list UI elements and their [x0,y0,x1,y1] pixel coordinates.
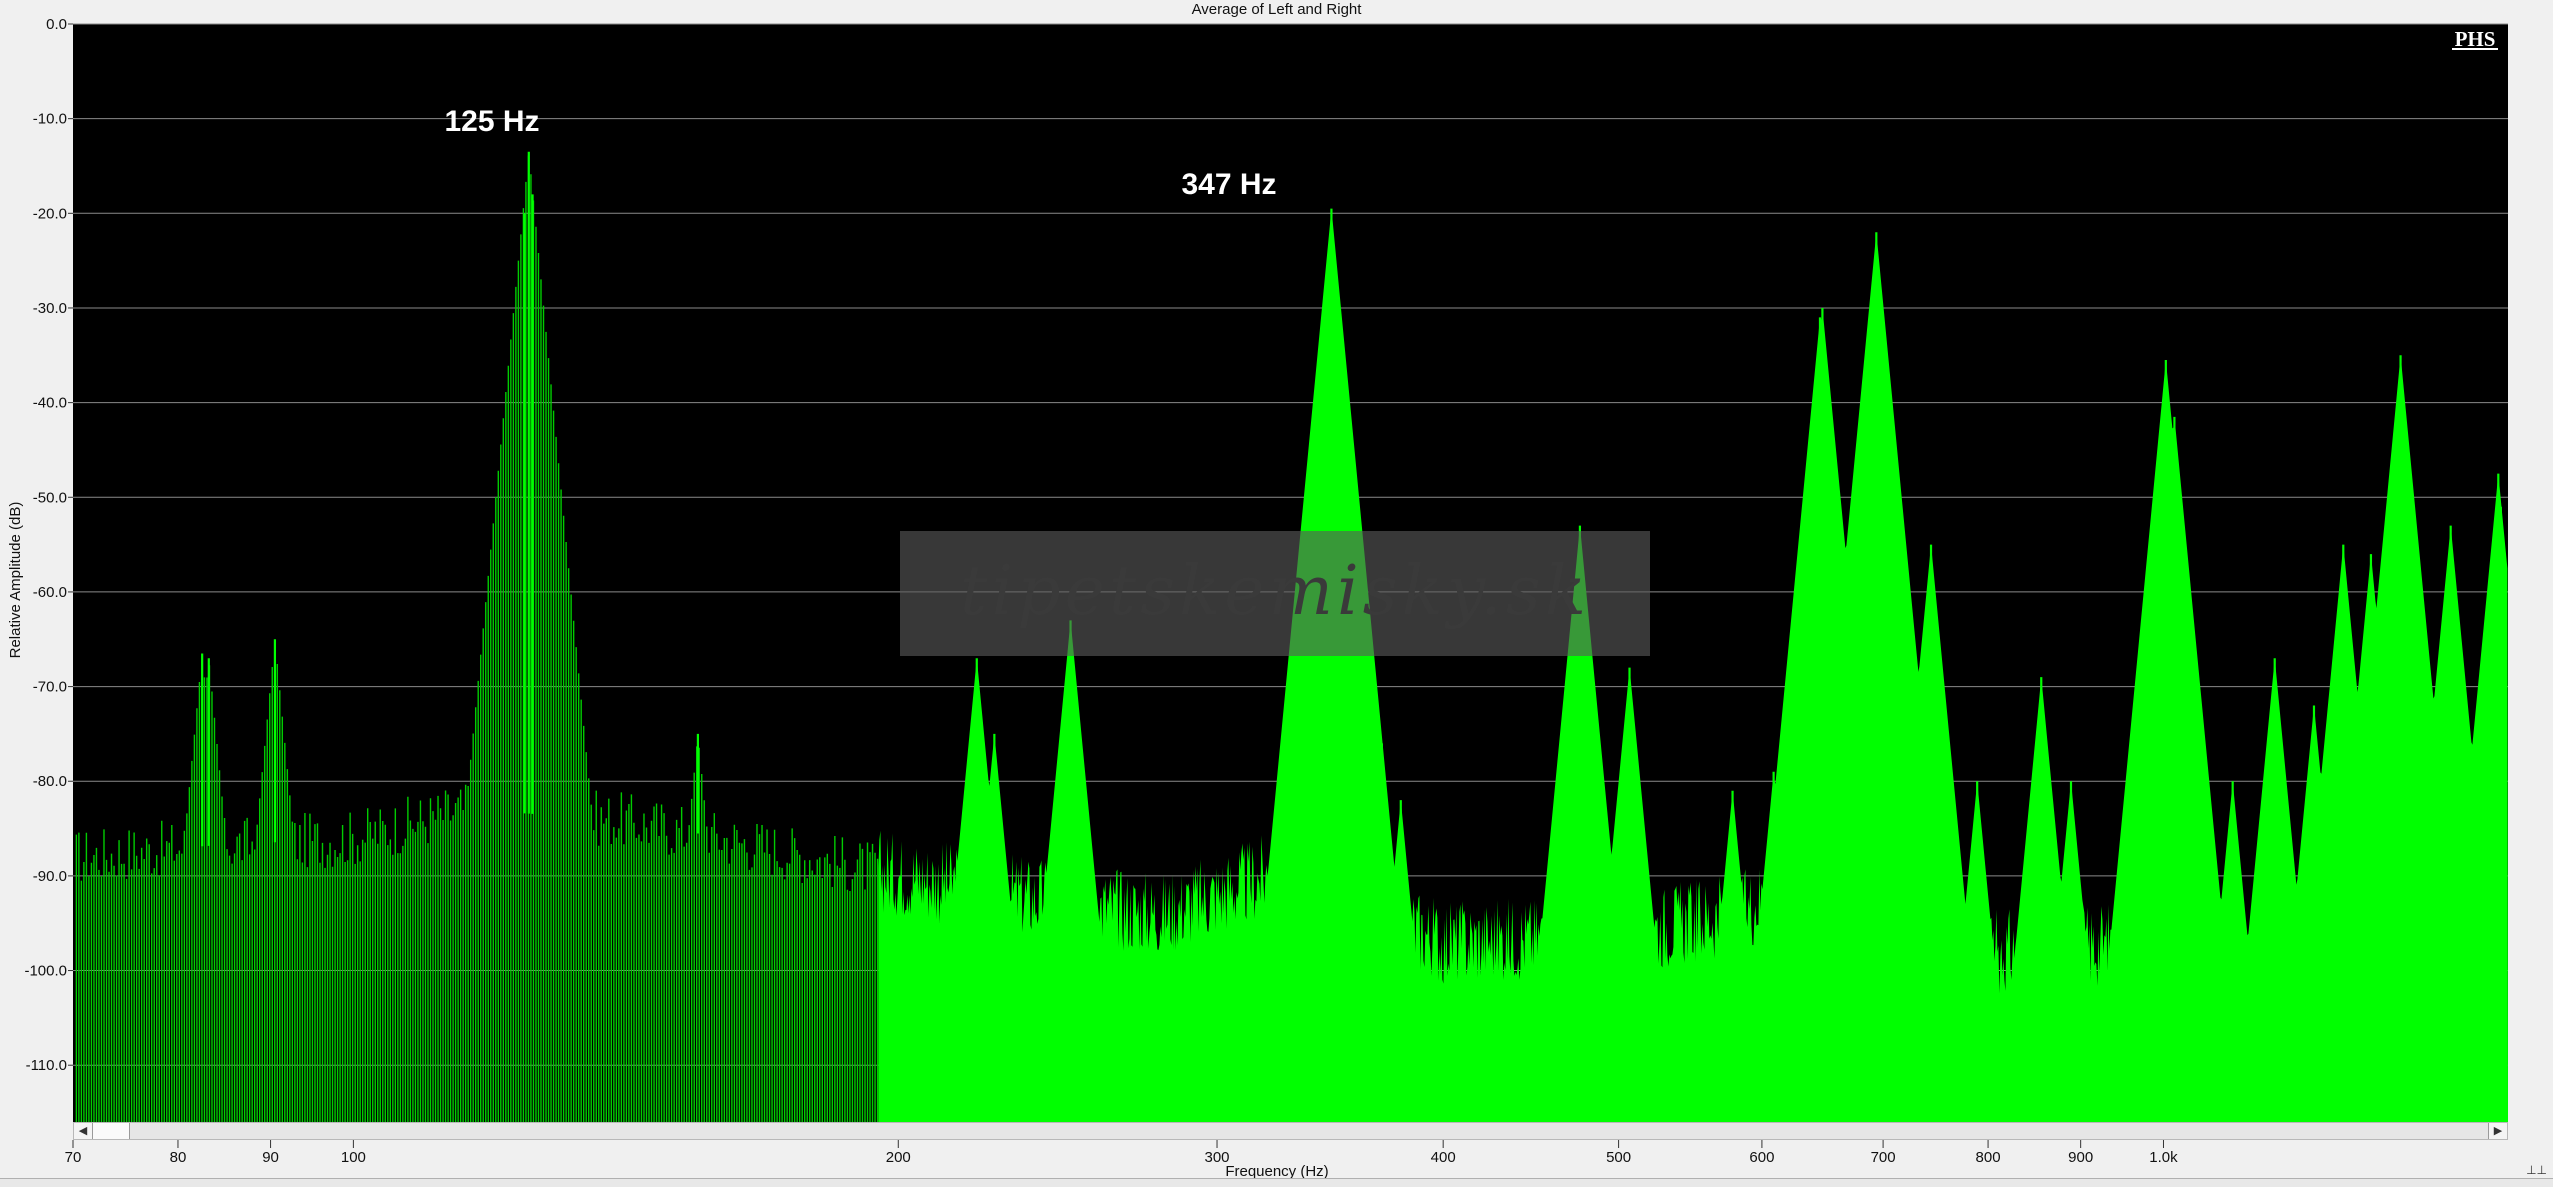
y-tick-label: -40.0 [33,395,67,412]
phs-badge-text: PHS [2455,27,2496,51]
phs-badge: PHS [2452,27,2498,51]
y-tick-label: -80.0 [33,773,67,790]
x-tick-label: 600 [1749,1149,1774,1166]
x-tick-label: 80 [170,1149,187,1166]
x-tick-label: 700 [1871,1149,1896,1166]
watermark-text: tipetskemisky.sk [960,552,1590,631]
horizontal-scrollbar[interactable]: ◀ ▶ [73,1122,2508,1140]
y-tick-label: -50.0 [33,489,67,506]
x-tick-label: 400 [1431,1149,1456,1166]
x-tick-label: 70 [65,1149,82,1166]
y-tick-label: -10.0 [33,111,67,128]
x-tick-label: 900 [2068,1149,2093,1166]
y-tick-label: -70.0 [33,679,67,696]
y-tick-label: 0.0 [46,16,67,33]
x-tick-label: 800 [1976,1149,2001,1166]
analyzer-window: Average of Left and Right 0.0 -10.0 -20.0-… [0,0,2553,1187]
x-tick-label: 1.0k [2149,1149,2178,1166]
y-tick-label: -20.0 [33,205,67,222]
x-tick-label: 200 [886,1149,911,1166]
scroll-thumb[interactable] [93,1123,130,1139]
y-tick-label: -60.0 [33,584,67,601]
y-axis: 0.0 -10.0 -20.0 -30.0 -40.0 -50.0 -60.0 -70.0 -8… [24,16,73,1074]
y-axis-title: Relative Amplitude (dB) [7,502,24,659]
y-tick-label: -100.0 [24,963,67,980]
x-tick-label: 90 [262,1149,279,1166]
y-tick-label: -110.0 [26,1057,67,1074]
status-strip [0,1178,2553,1187]
x-tick-label: 100 [341,1149,366,1166]
peak-annotation-125: 125 Hz [444,105,539,138]
watermark: tipetskemisky.sk [900,531,1650,656]
peak-annotation-347: 347 Hz [1181,168,1276,201]
spectrum-chart: 0.0 -10.0 -20.0 -30.0 -40.0 -50.0 -60.0 -70.0 -8… [7,16,2508,1180]
y-tick-label: -30.0 [33,300,67,317]
y-tick-label: -90.0 [33,868,67,885]
resize-corner-icon[interactable]: ⊥⊥ [2526,1163,2547,1177]
scroll-right-icon[interactable]: ▶ [2488,1123,2507,1139]
x-tick-label: 500 [1606,1149,1631,1166]
scroll-left-icon[interactable]: ◀ [74,1123,93,1139]
x-axis: 70 80 90 100 200 300 400 500 600 700 800 900 1.0k [65,1140,2178,1166]
